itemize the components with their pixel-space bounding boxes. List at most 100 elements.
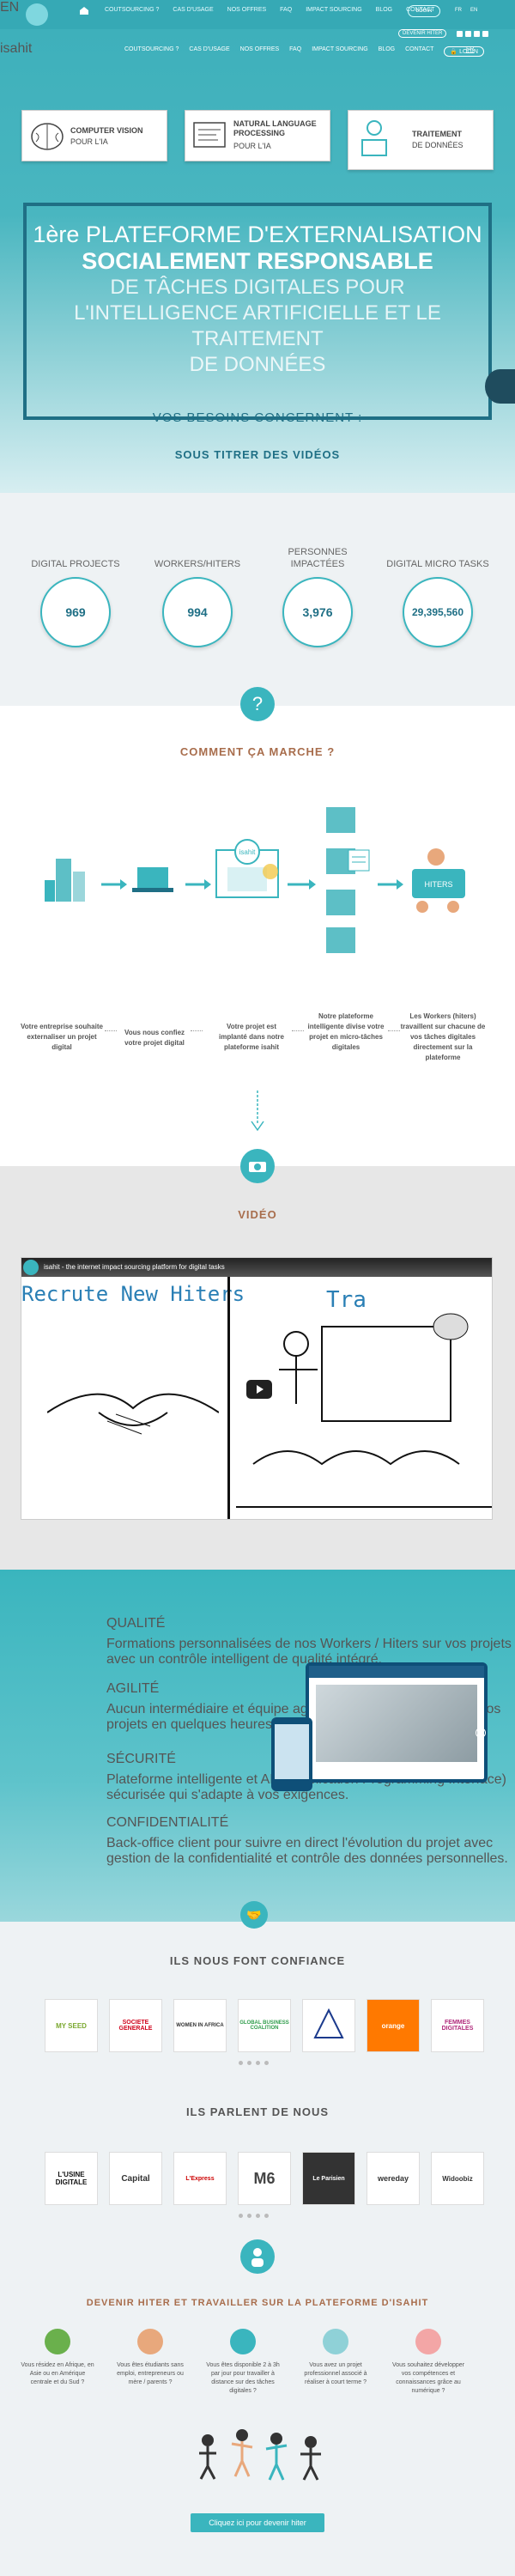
hero-line2: SOCIALEMENT RESPONSABLE xyxy=(82,248,433,274)
top-bar: COUTSOURCING ? CAS D'USAGE NOS OFFRES FA… xyxy=(0,0,515,29)
project-icon xyxy=(323,2329,348,2354)
carousel-dots xyxy=(239,2214,269,2218)
top-nav-item[interactable]: IMPACT SOURCING xyxy=(306,7,361,13)
dots-divider xyxy=(292,1030,304,1031)
press-logo[interactable]: L'USINE DIGITALE xyxy=(45,2152,98,2205)
step-2: Vous nous confiez votre projet digital xyxy=(124,1029,185,1047)
header-lang-en[interactable]: EN xyxy=(0,0,19,15)
nav-item[interactable]: CAS D'USAGE xyxy=(189,46,229,57)
rotating-need[interactable]: SOUS TITRER DES VIDÉOS xyxy=(0,448,515,461)
press-logo[interactable]: L'Express xyxy=(173,2152,227,2205)
dot[interactable] xyxy=(239,2214,243,2218)
home-icon[interactable] xyxy=(79,6,89,15)
hiter-item: Vous avez un projet professionnel associ… xyxy=(299,2329,373,2396)
youtube-icon[interactable] xyxy=(482,31,488,37)
press-logo[interactable]: Le Parisien xyxy=(302,2152,355,2205)
press-logos: L'USINE DIGITALE Capital L'Express M6 Le… xyxy=(45,2152,484,2205)
down-arrow-icon xyxy=(251,1091,264,1132)
press-logo[interactable]: Capital xyxy=(109,2152,162,2205)
dot[interactable] xyxy=(239,2061,243,2065)
nav-item[interactable]: IMPACT SOURCING xyxy=(312,46,367,57)
partner-logo[interactable]: GLOBAL BUSINESS COALITION xyxy=(238,1999,291,2052)
hero-line5: DE DONNÉES xyxy=(189,353,326,376)
press-logo[interactable]: M6 xyxy=(238,2152,291,2205)
nav-item[interactable]: BLOG xyxy=(379,46,395,57)
partner-logo[interactable]: orange xyxy=(367,1999,420,2052)
dot[interactable] xyxy=(247,2061,251,2065)
document-icon xyxy=(193,122,226,148)
side-scroll-handle[interactable] xyxy=(485,369,515,404)
besoins-text: VOS BESOINS CONCERNENT : xyxy=(152,410,363,425)
top-nav-item[interactable]: CAS D'USAGE xyxy=(173,7,213,13)
video-left-text: Recrute New Hiters xyxy=(21,1282,245,1306)
video-player[interactable]: isahit - the internet impact sourcing pl… xyxy=(21,1257,493,1520)
top-login-button[interactable]: LOGIN xyxy=(408,5,440,17)
play-button[interactable] xyxy=(246,1380,272,1399)
nav-item[interactable]: FAQ xyxy=(289,46,301,57)
globe-icon xyxy=(45,2329,70,2354)
press-logo[interactable]: wereday xyxy=(367,2152,420,2205)
step-1: Votre entreprise souhaite externaliser u… xyxy=(21,1023,103,1051)
video-title-bar: isahit - the internet impact sourcing pl… xyxy=(21,1258,492,1277)
hiter-text: Vous êtes étudiants sans emploi, entrepr… xyxy=(117,2362,184,2385)
laptop-screen-image xyxy=(316,1685,477,1762)
top-nav-item[interactable]: NOS OFFRES xyxy=(227,7,267,13)
dot[interactable] xyxy=(256,2061,260,2065)
feature-title: QUALITÉ xyxy=(106,1616,166,1631)
hiter-text: Vous êtes disponible 2 à 3h par jour pou… xyxy=(206,2362,280,2394)
twitter-icon[interactable] xyxy=(465,31,471,37)
top-nav-item[interactable]: FAQ xyxy=(280,7,292,13)
feature-title: CONFIDENTIALITÉ xyxy=(106,1815,229,1830)
press-logo[interactable]: Widoobiz xyxy=(431,2152,484,2205)
partner-logo[interactable] xyxy=(302,1999,355,2052)
hero-line1: 1ère PLATEFORME D'EXTERNALISATION xyxy=(33,222,482,247)
partner-logo[interactable]: WOMEN IN AFRICA xyxy=(173,1999,227,2052)
hero-line3: DE TÂCHES DIGITALES POUR xyxy=(110,276,405,299)
mini-logo[interactable] xyxy=(26,3,48,26)
header-lang-fr[interactable]: FR xyxy=(466,46,475,53)
hero-headline: 1ère PLATEFORME D'EXTERNALISATION SOCIAL… xyxy=(26,222,489,378)
dot[interactable] xyxy=(256,2214,260,2218)
dot[interactable] xyxy=(264,2214,269,2218)
nav-item[interactable]: NOS OFFRES xyxy=(240,46,280,57)
channel-avatar[interactable] xyxy=(23,1260,39,1275)
isahit-logo[interactable]: isahit xyxy=(0,41,32,57)
laptop-header xyxy=(309,1666,484,1678)
devenir-hiter-cta[interactable]: Cliquez ici pour devenir hiter xyxy=(191,2513,324,2532)
dot[interactable] xyxy=(264,2061,269,2065)
camera-icon xyxy=(240,1149,275,1183)
question-icon: ? xyxy=(240,687,275,721)
facebook-icon[interactable] xyxy=(457,31,463,37)
student-icon xyxy=(137,2329,163,2354)
login-button[interactable]: 🔒 LOGIN xyxy=(444,46,484,57)
top-nav-item[interactable]: COUTSOURCING ? xyxy=(105,7,159,13)
partner-logo[interactable]: SOCIETE GENERALE xyxy=(109,1999,162,2052)
card-computer-vision[interactable]: COMPUTER VISION POUR L'IA xyxy=(21,110,167,161)
stat-label: PERSONNES IMPACTÉES xyxy=(288,547,348,569)
phone-screen xyxy=(275,1724,309,1779)
hiter-icon xyxy=(240,2239,275,2274)
nav-item[interactable]: COUTSOURCING ? xyxy=(124,46,179,57)
handshake-illustration xyxy=(47,1393,219,1435)
card-nlp[interactable]: NATURAL LANGUAGE PROCESSING POUR L'IA xyxy=(185,110,330,161)
lang-en[interactable]: EN xyxy=(470,8,477,13)
dot[interactable] xyxy=(247,2214,251,2218)
stat-label: WORKERS/HITERS xyxy=(154,559,241,569)
stat-workers: WORKERS/HITERS 994 xyxy=(146,532,249,647)
devenir-hiter-button[interactable]: DEVENIR HITER xyxy=(398,29,447,38)
camera-glyph xyxy=(249,1162,266,1172)
lang-fr[interactable]: FR xyxy=(455,8,462,13)
partner-logo[interactable]: FEMMES DIGITALES xyxy=(431,1999,484,2052)
hiter-item: Vous êtes disponible 2 à 3h par jour pou… xyxy=(206,2329,280,2396)
nav-item[interactable]: CONTACT xyxy=(405,46,433,57)
partner-logo[interactable]: MY SEED xyxy=(45,1999,98,2052)
top-nav-item[interactable]: BLOG xyxy=(376,7,392,13)
stat-label: DIGITAL MICRO TASKS xyxy=(386,559,489,569)
stat-label: DIGITAL PROJECTS xyxy=(31,559,120,569)
hero-line4: L'INTELLIGENCE ARTIFICIELLE ET LE TRAITE… xyxy=(74,301,441,350)
carousel-next-icon[interactable]: › xyxy=(476,1728,486,1738)
linkedin-icon[interactable] xyxy=(474,31,480,37)
card-traitement[interactable]: TRAITEMENT DE DONNÉES xyxy=(348,110,494,170)
computer-icon xyxy=(132,867,173,892)
carousel-dots xyxy=(239,2061,269,2065)
